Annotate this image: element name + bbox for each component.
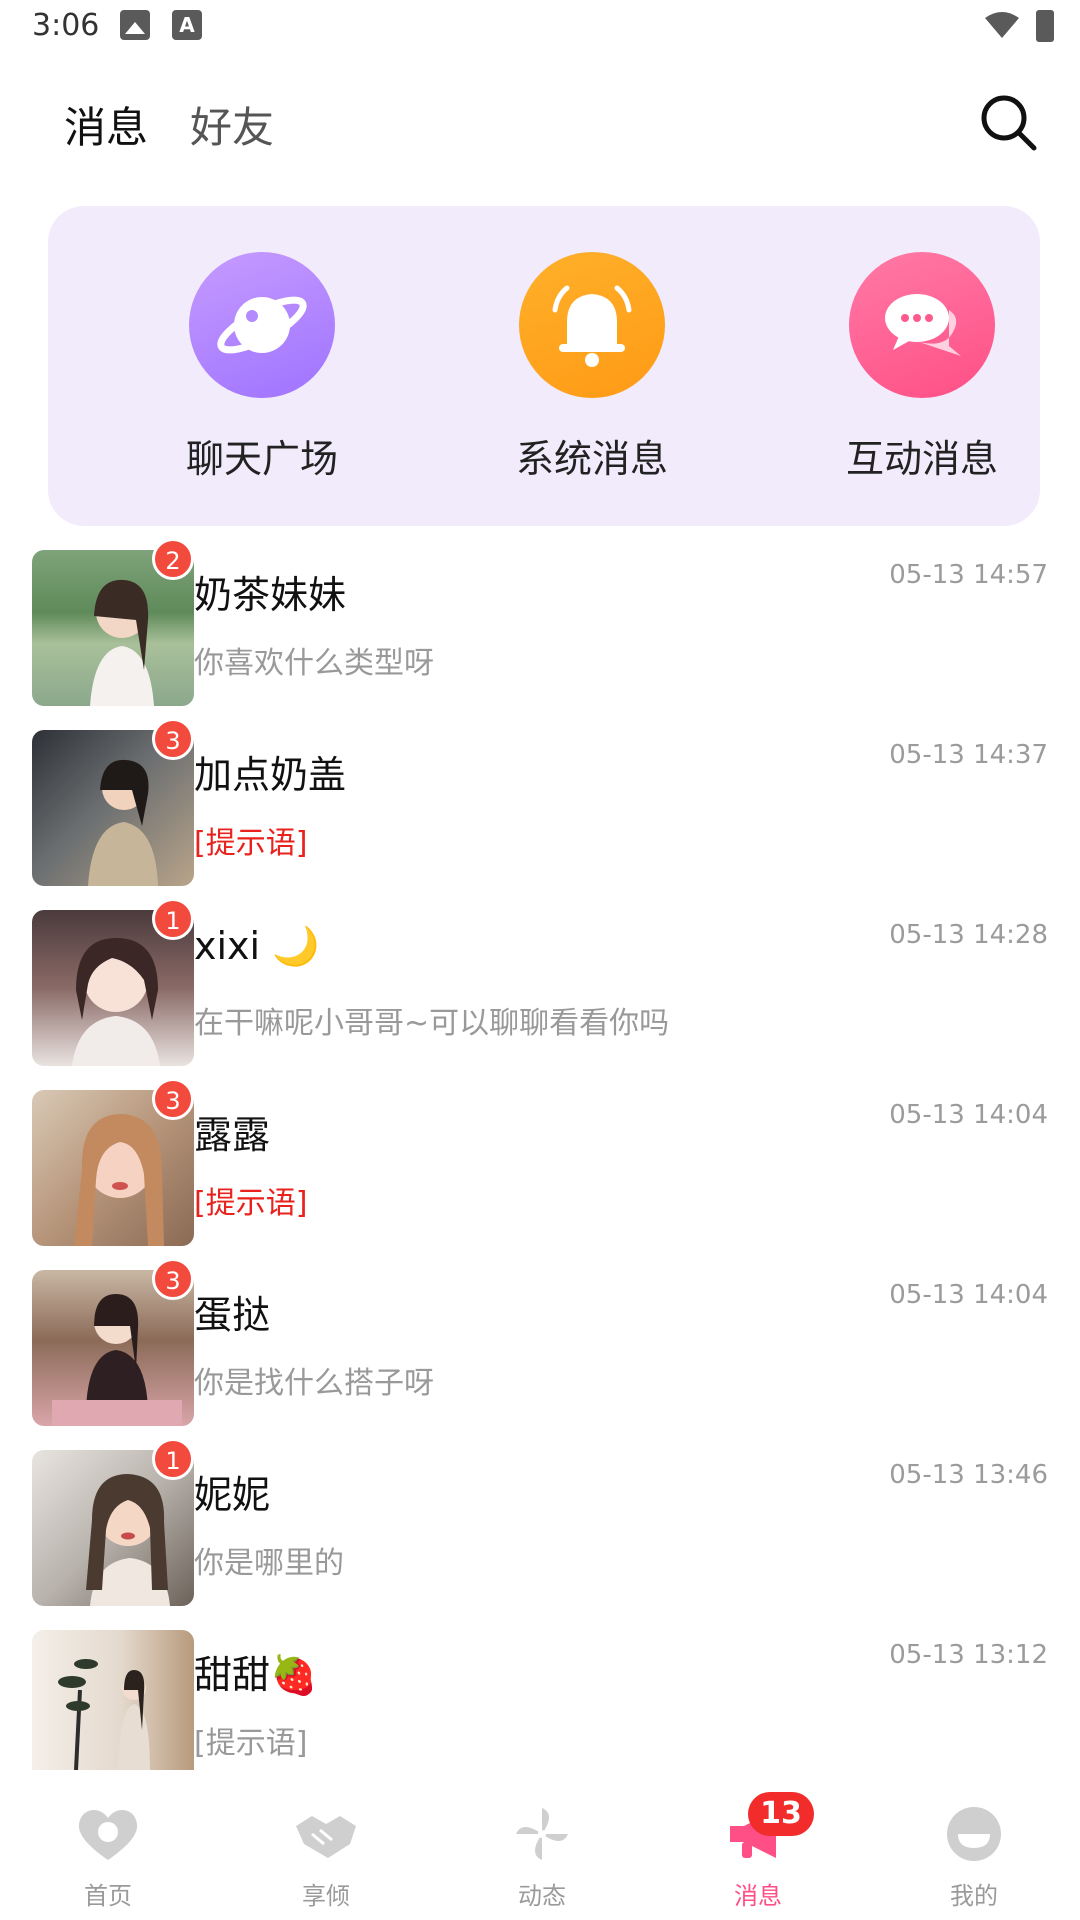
message-preview: [提示语]: [194, 1726, 308, 1761]
contact-name: xixi 🌙: [194, 924, 320, 968]
chat-plaza-button[interactable]: 聊天广场: [142, 252, 382, 483]
nav-feed-label: 动态: [518, 1882, 566, 1910]
image-notification-icon: [120, 10, 150, 40]
nav-profile[interactable]: 我的: [894, 1804, 1054, 1911]
pinwheel-icon: [516, 1808, 568, 1860]
avatar: [32, 1630, 194, 1770]
contact-name: 妮妮: [194, 1473, 271, 1517]
interaction-messages-button[interactable]: 互动消息: [802, 252, 1042, 483]
contact-name: 蛋挞: [194, 1293, 271, 1337]
message-preview: 你喜欢什么类型呀: [194, 646, 434, 681]
status-time: 3:06: [32, 8, 100, 43]
battery-icon: [1036, 10, 1054, 42]
unread-badge: 3: [152, 1078, 194, 1120]
tab-messages-label: 消息: [64, 103, 149, 152]
home-heart-icon: [78, 1809, 138, 1860]
nav-share-label: 享倾: [302, 1882, 350, 1910]
system-messages-button[interactable]: 系统消息: [472, 252, 712, 483]
search-icon[interactable]: [976, 90, 1040, 154]
nav-feed[interactable]: 动态: [462, 1804, 622, 1911]
quick-actions-card: 聊天广场 系统消息 互动消息: [48, 206, 1040, 526]
unread-badge: 1: [152, 898, 194, 940]
conversation-row[interactable]: 甜甜🍓 [提示语] 05-13 13:12: [0, 1630, 1080, 1790]
tab-friends-label: 好友: [190, 103, 275, 152]
chat-plaza-label: 聊天广场: [185, 437, 338, 481]
conversation-row[interactable]: 1 xixi 🌙 在干嘛呢小哥哥~可以聊聊看看你吗 05-13 14:28: [0, 898, 1080, 1070]
contact-name: 加点奶盖: [194, 753, 347, 797]
interaction-messages-label: 互动消息: [845, 437, 998, 481]
unread-badge: 2: [152, 538, 194, 580]
conversation-row[interactable]: 3 蛋挞 你是找什么搭子呀 05-13 14:04: [0, 1258, 1080, 1430]
header: 消息 好友: [0, 80, 1080, 176]
conversation-row[interactable]: 2 奶茶妹妹 你喜欢什么类型呀 05-13 14:57: [0, 538, 1080, 710]
message-preview: 在干嘛呢小哥哥~可以聊聊看看你吗: [194, 1006, 670, 1041]
profile-icon: [947, 1807, 1001, 1861]
keyboard-notification-icon: A: [172, 10, 202, 40]
tab-friends[interactable]: 好友: [190, 94, 274, 155]
unread-badge: 1: [152, 1438, 194, 1480]
message-preview: 你是哪里的: [194, 1546, 344, 1581]
bottom-navigation: 首页 享倾 动态 13 消息 我的: [0, 1782, 1080, 1920]
system-messages-label: 系统消息: [515, 437, 668, 481]
nav-profile-label: 我的: [950, 1882, 998, 1910]
message-time: 05-13 13:12: [889, 1640, 1048, 1670]
message-time: 05-13 13:46: [889, 1460, 1048, 1490]
unread-badge: 3: [152, 1258, 194, 1300]
contact-name: 露露: [194, 1113, 271, 1157]
nav-home-label: 首页: [84, 1882, 132, 1910]
nav-unread-badge: 13: [748, 1792, 814, 1836]
message-time: 05-13 14:04: [889, 1280, 1048, 1310]
nav-messages[interactable]: 13 消息: [678, 1792, 838, 1911]
unread-badge: 3: [152, 718, 194, 760]
message-time: 05-13 14:57: [889, 560, 1048, 590]
bell-icon: [519, 252, 665, 398]
message-time: 05-13 14:04: [889, 1100, 1048, 1130]
planet-icon: [189, 252, 335, 398]
handshake-icon: [296, 1816, 356, 1858]
nav-home[interactable]: 首页: [28, 1804, 188, 1911]
conversation-row[interactable]: 3 加点奶盖 [提示语] 05-13 14:37: [0, 718, 1080, 890]
message-preview: 你是找什么搭子呀: [194, 1366, 434, 1401]
message-preview: [提示语]: [194, 826, 308, 861]
message-time: 05-13 14:28: [889, 920, 1048, 950]
tab-messages[interactable]: 消息: [57, 94, 149, 167]
wifi-icon: [985, 12, 1019, 38]
message-preview: [提示语]: [194, 1186, 308, 1221]
message-time: 05-13 14:37: [889, 740, 1048, 770]
chat-bubbles-icon: [849, 252, 995, 398]
nav-share[interactable]: 享倾: [246, 1804, 406, 1911]
conversation-row[interactable]: 3 露露 [提示语] 05-13 14:04: [0, 1078, 1080, 1250]
status-bar: 3:06 A: [0, 0, 1080, 56]
contact-name: 奶茶妹妹: [194, 573, 347, 617]
nav-messages-label: 消息: [734, 1882, 782, 1910]
contact-name: 甜甜🍓: [194, 1653, 318, 1697]
conversation-row[interactable]: 1 妮妮 你是哪里的 05-13 13:46: [0, 1438, 1080, 1610]
